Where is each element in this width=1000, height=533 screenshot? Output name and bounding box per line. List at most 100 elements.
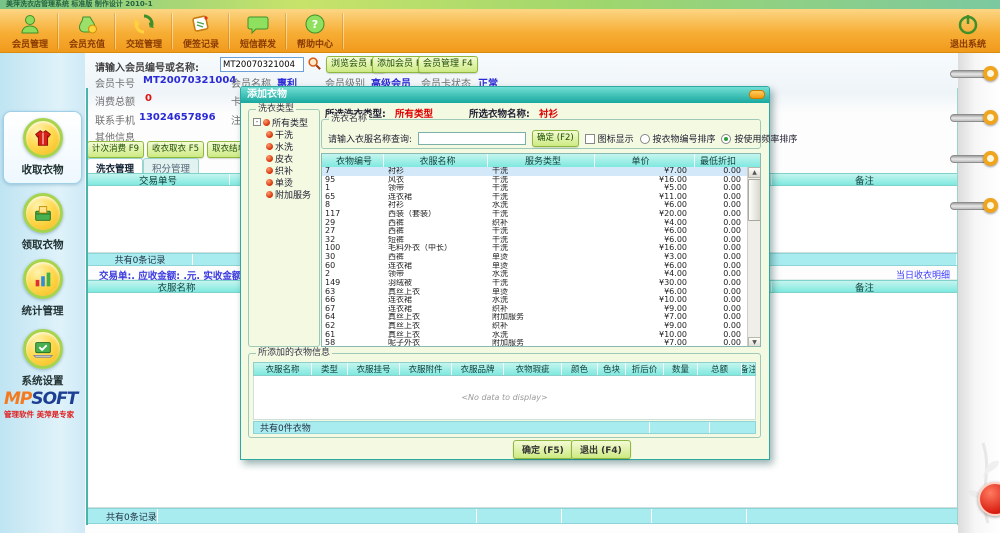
toolbar-shift-manage[interactable]: 交班管理 [116,9,172,53]
shift-icon [132,11,156,37]
clothing-cell: 短裤 [384,236,488,245]
app-window: 美萍洗衣店管理系统 标准版 制作设计 2010-1 会员管理 会员充值 交班管理 [0,0,1000,533]
clothing-row[interactable]: 7衬衫干洗¥7.000.00 [322,167,748,176]
clothing-row[interactable]: 60连衣裙单烫¥6.000.00 [322,262,748,271]
clothing-cell: 连衣裙 [384,296,488,305]
checkbox-icon[interactable] [585,134,595,144]
dialog-ok-button[interactable]: 确定 (F5) [513,440,573,459]
icon-display-option[interactable]: 图标显示 [585,132,634,145]
statistics-icon [23,259,63,299]
clothing-row[interactable]: 27西裤干洗¥6.000.00 [322,227,748,236]
status-segment [562,509,652,523]
clothing-cell: 62 [322,322,384,331]
clothing-cell: 8 [322,201,384,210]
tree-node[interactable]: 皮衣 [266,152,317,164]
clothing-cell: 连衣裙 [384,305,488,314]
bottom-record-count: 共有0条记录 [88,509,158,523]
tree-node-icon [266,191,273,198]
scroll-thumb[interactable] [748,179,761,221]
sidebar-item-pickup-clothes[interactable]: 领取衣物 [3,193,82,252]
binder-ring [950,110,998,125]
count-consume-button[interactable]: 计次消费 F9 [87,141,144,158]
tree-node[interactable]: 单烫 [266,176,317,188]
toolbar-member-recharge[interactable]: 会员充值 [59,9,115,53]
clothing-cell: 单烫 [488,288,595,297]
tree-root[interactable]: - 所有类型 [253,116,317,128]
clothing-row[interactable]: 64真丝上衣附加服务¥7.000.00 [322,313,748,322]
sidebar: 收取衣物 领取衣物 统计管理 系统设置 MPSOFT 管理软件 美萍是专家 [0,53,85,533]
clothing-row[interactable]: 32短裤干洗¥6.000.00 [322,236,748,245]
sidebar-item-label: 系统设置 [22,373,64,388]
status-segment [747,509,957,523]
clothing-row[interactable]: 66连衣裙水洗¥10.000.00 [322,296,748,305]
tree-collapse-icon[interactable]: - [253,118,261,126]
clothing-cell: 真丝上衣 [384,313,488,322]
sidebar-item-statistics[interactable]: 统计管理 [3,259,82,318]
clothing-cell: 0.00 [695,313,745,322]
tree-node[interactable]: 织补 [266,164,317,176]
sort-by-freq-option[interactable]: 按使用频率排序 [721,132,797,145]
tree-node[interactable]: 附加服务 [266,188,317,200]
query-confirm-button[interactable]: 确定 (F2) [532,130,579,147]
sidebar-item-receive-clothes[interactable]: 收取衣物 [3,111,82,184]
clothing-row[interactable]: 62真丝上衣织补¥9.000.00 [322,322,748,331]
clothing-row[interactable]: 67连衣裙织补¥9.000.00 [322,305,748,314]
col-note: 备注 [772,174,957,185]
toolbar-note-record[interactable]: 便签记录 [173,9,229,53]
clothing-row[interactable]: 117西装（套装）干洗¥20.000.00 [322,210,748,219]
tree-node[interactable]: 水洗 [266,140,317,152]
clothing-table-scrollbar[interactable]: ▲ ▼ [747,167,760,347]
clothing-row[interactable]: 63真丝上衣单烫¥6.000.00 [322,288,748,297]
selected-item-label: 所选衣物名称: [469,106,530,120]
clothing-cell: 连衣裙 [384,262,488,271]
toolbar-label: 会员管理 [12,37,48,50]
clothing-row[interactable]: 1领带干洗¥5.000.00 [322,184,748,193]
clothing-cell: 117 [322,210,384,219]
clothing-row[interactable]: 2领带水洗¥4.000.00 [322,270,748,279]
radio-selected-icon[interactable] [721,134,731,144]
toolbar-sms-broadcast[interactable]: 短信群发 [230,9,286,53]
binder-ring [950,151,998,166]
scroll-down-icon[interactable]: ▼ [748,337,761,347]
power-icon [956,11,980,37]
dialog-exit-button[interactable]: 退出 (F4) [571,440,631,459]
toolbar-member-manage[interactable]: 会员管理 [2,9,58,53]
clothing-row[interactable]: 61真丝上衣水洗¥10.000.00 [322,331,748,340]
clothes-name-query-input[interactable] [418,132,526,145]
exit-system-button[interactable]: 退出系统 [938,9,998,53]
clothing-row[interactable]: 8衬衫水洗¥6.000.00 [322,201,748,210]
sidebar-item-system-settings[interactable]: 系统设置 [3,329,82,388]
member-manage-button[interactable]: 会员管理 F4 [418,56,478,73]
search-label: 请输入会员编号或名称: [95,59,199,74]
clothing-cell: 29 [322,219,384,228]
clothing-row[interactable]: 149羽绒被干洗¥30.000.00 [322,279,748,288]
tree-node-icon [266,131,273,138]
clothing-cell: 领带 [384,184,488,193]
added-count: 共有0件衣物 [254,422,650,433]
radio-icon[interactable] [640,134,650,144]
tree-node-icon [266,143,273,150]
scroll-up-icon[interactable]: ▲ [748,167,761,178]
tree-node[interactable]: 干洗 [266,128,317,140]
clothing-row[interactable]: 100毛料外衣（中长）干洗¥16.000.00 [322,244,748,253]
clothing-row[interactable]: 29西裤织补¥4.000.00 [322,219,748,228]
receive-pickup-button[interactable]: 收衣取衣 F5 [147,141,204,158]
clothing-row[interactable]: 95风衣干洗¥16.000.00 [322,176,748,185]
search-icon[interactable] [307,56,322,71]
col-trade-no: 交易单号 [87,174,230,185]
clothing-cell: ¥4.00 [595,219,695,228]
tree-node-label: 附加服务 [275,188,311,201]
clothing-row[interactable]: 65连衣裙干洗¥11.000.00 [322,193,748,202]
clothing-cell: 0.00 [695,339,745,347]
clothing-cell: 附加服务 [488,339,595,347]
clothing-cell: 西裤 [384,253,488,262]
toolbar-help-center[interactable]: ? 帮助中心 [287,9,343,53]
selected-item-value: 衬衫 [539,106,558,120]
clothing-row[interactable]: 30西裤单烫¥3.000.00 [322,253,748,262]
member-search-input[interactable] [220,57,304,72]
clothing-row[interactable]: 58呢子外衣附加服务¥7.000.00 [322,339,748,347]
receive-clothes-icon [23,118,63,158]
sort-by-code-option[interactable]: 按衣物编号排序 [640,132,716,145]
clothing-cell: 毛料外衣（中长） [384,244,488,253]
dialog-close-icon[interactable] [749,90,765,99]
